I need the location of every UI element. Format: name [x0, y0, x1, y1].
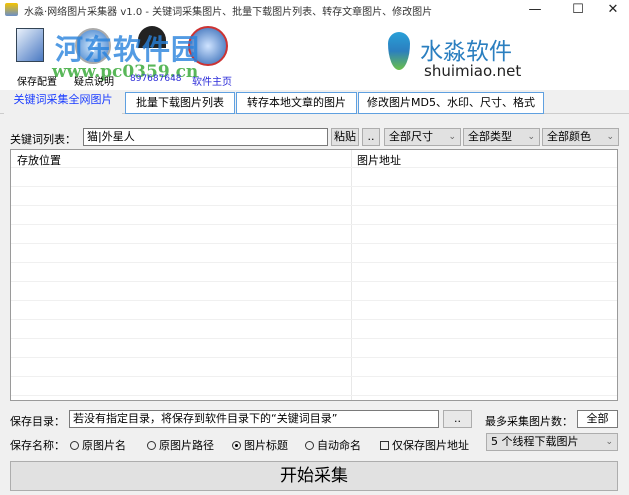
paste-button[interactable]: 粘贴 — [331, 128, 359, 146]
color-select[interactable]: 全部颜色 ⌄ — [542, 128, 619, 146]
size-select[interactable]: 全部尺寸 ⌄ — [384, 128, 461, 146]
radio-icon — [147, 441, 156, 450]
table-header: 存放位置 图片地址 — [11, 150, 617, 168]
save-dir-input[interactable]: 若没有指定目录，将保存到软件目录下的“关键词目录” — [69, 410, 439, 428]
radio-icon — [305, 441, 314, 450]
radio-label: 图片标题 — [244, 439, 288, 452]
maximize-button[interactable]: ☐ — [563, 0, 593, 20]
brand-url: shuimiao.net — [424, 62, 522, 80]
threads-select[interactable]: 5 个线程下载图片 ⌄ — [486, 433, 618, 451]
table-row — [11, 301, 617, 320]
table-row — [11, 339, 617, 358]
radio-original-name[interactable]: 原图片名 — [70, 437, 126, 453]
save-dir-browse-button[interactable]: .. — [443, 410, 472, 428]
title-bar: 水淼·网络图片采集器 v1.0 - 关键词采集图片、批量下载图片列表、转存文章图… — [0, 0, 629, 20]
table-row — [11, 377, 617, 396]
threads-select-value: 5 个线程下载图片 — [491, 435, 579, 448]
homepage-link[interactable]: 软件主页 — [192, 73, 232, 88]
table-row — [11, 244, 617, 263]
size-select-value: 全部尺寸 — [389, 130, 433, 143]
column-header-url[interactable]: 图片地址 — [357, 152, 401, 168]
max-images-label: 最多采集图片数： — [485, 415, 573, 428]
water-drop-logo-icon — [388, 32, 410, 70]
column-header-location[interactable]: 存放位置 — [17, 152, 61, 168]
tab-modify-image[interactable]: 修改图片MD5、水印、尺寸、格式 — [358, 92, 544, 114]
save-name-label: 保存名称： — [10, 439, 65, 452]
results-table[interactable]: 存放位置 图片地址 — [10, 149, 618, 401]
table-row — [11, 282, 617, 301]
chevron-down-icon: ⌄ — [605, 437, 613, 447]
chevron-down-icon: ⌄ — [527, 132, 535, 142]
only-url-checkbox[interactable]: 仅保存图片地址 — [380, 437, 469, 453]
radio-auto-name[interactable]: 自动命名 — [305, 437, 361, 453]
table-row — [11, 225, 617, 244]
max-images-input[interactable]: 全部 — [577, 410, 618, 428]
qq-number-link[interactable]: 897687648 — [130, 74, 182, 84]
checkbox-icon — [380, 441, 389, 450]
help-link[interactable]: 疑点说明 — [74, 73, 114, 88]
color-select-value: 全部颜色 — [547, 130, 591, 143]
radio-icon — [70, 441, 79, 450]
radio-image-title[interactable]: 图片标题 — [232, 437, 288, 453]
minimize-button[interactable]: — — [520, 0, 550, 20]
keyword-browse-button[interactable]: .. — [362, 128, 380, 146]
keyword-input[interactable]: 猫|外星人 — [83, 128, 328, 146]
table-row — [11, 168, 617, 187]
start-collect-button[interactable]: 开始采集 — [10, 461, 618, 491]
brand-name: 水淼软件 — [420, 39, 512, 65]
radio-selected-icon — [232, 441, 241, 450]
chevron-down-icon: ⌄ — [606, 132, 614, 142]
save-icon[interactable] — [16, 28, 44, 62]
table-row — [11, 320, 617, 339]
tab-local-article[interactable]: 转存本地文章的图片 — [236, 92, 357, 114]
app-icon — [5, 3, 18, 16]
tab-keyword-collect[interactable]: 关键词采集全网图片 — [4, 90, 122, 115]
type-select[interactable]: 全部类型 ⌄ — [463, 128, 540, 146]
checkbox-label: 仅保存图片地址 — [392, 439, 469, 452]
table-row — [11, 358, 617, 377]
tab-batch-download[interactable]: 批量下载图片列表 — [125, 92, 235, 114]
close-button[interactable]: ✕ — [598, 0, 628, 20]
radio-label: 原图片名 — [82, 439, 126, 452]
table-row — [11, 187, 617, 206]
radio-original-path[interactable]: 原图片路径 — [147, 437, 214, 453]
chevron-down-icon: ⌄ — [448, 132, 456, 142]
table-row — [11, 206, 617, 225]
window-title: 水淼·网络图片采集器 v1.0 - 关键词采集图片、批量下载图片列表、转存文章图… — [24, 7, 433, 18]
keyword-label: 关键词列表： — [10, 133, 76, 146]
radio-label: 原图片路径 — [159, 439, 214, 452]
type-select-value: 全部类型 — [468, 130, 512, 143]
save-config-link[interactable]: 保存配置 — [17, 73, 57, 88]
radio-label: 自动命名 — [317, 439, 361, 452]
save-dir-label: 保存目录： — [10, 415, 65, 428]
table-row — [11, 263, 617, 282]
